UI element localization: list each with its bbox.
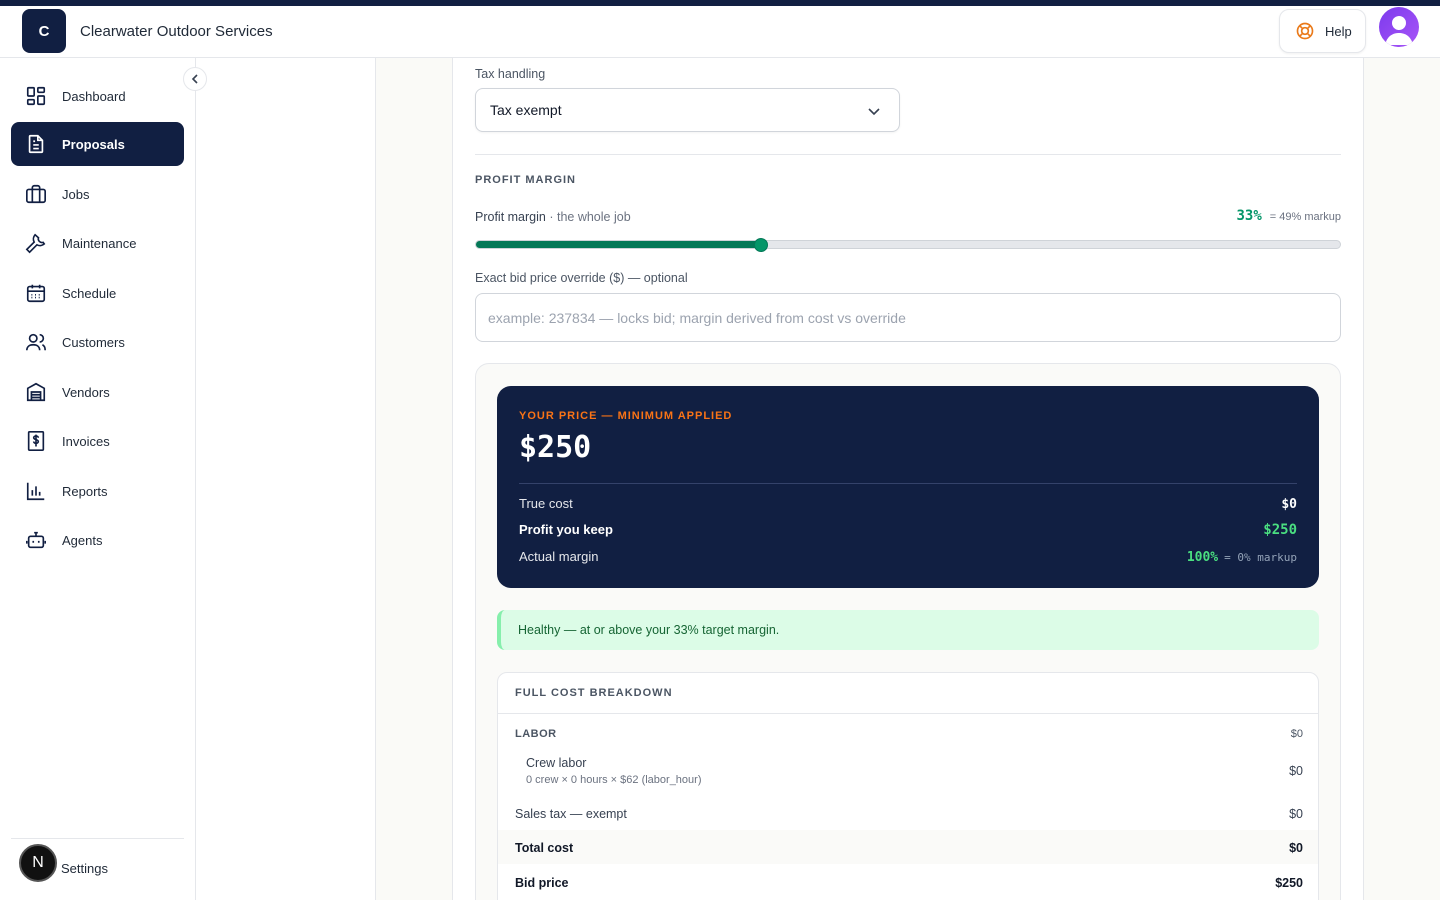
labor-label: LABOR	[515, 728, 557, 740]
document-icon	[28, 134, 44, 154]
sidebar-item-label: Reports	[62, 483, 108, 499]
sidebar-item-schedule[interactable]: Schedule	[11, 271, 184, 315]
profit-margin-label: Profit margin · the whole job	[475, 210, 631, 224]
tax-handling-label: Tax handling	[475, 67, 546, 81]
profit-margin-label-sub: · the whole job	[549, 210, 631, 224]
sales-tax-label: Sales tax — exempt	[515, 807, 627, 821]
actual-margin-markup: = 0% markup	[1224, 551, 1297, 564]
sidebar-item-label: Dashboard	[62, 88, 126, 104]
sidebar-divider	[11, 838, 184, 839]
cost-breakdown: FULL COST BREAKDOWN LABOR $0 Crew labor …	[497, 672, 1319, 900]
true-cost-label: True cost	[519, 496, 573, 511]
sidebar-item-vendors[interactable]: Vendors	[11, 370, 184, 414]
profit-margin-slider[interactable]	[475, 240, 1341, 249]
slider-thumb[interactable]	[753, 238, 768, 252]
section-divider	[475, 154, 1341, 155]
chevron-left-icon	[191, 74, 198, 84]
sidebar-item-reports[interactable]: Reports	[11, 469, 184, 513]
wrench-icon	[25, 233, 46, 254]
collapse-sidebar-button[interactable]	[183, 67, 207, 91]
calendar-icon	[26, 284, 46, 303]
bid-price-value: $250	[1275, 876, 1303, 890]
sidebar: Dashboard Proposals Jobs Maintenance Sch…	[0, 58, 196, 900]
breakdown-header-divider	[498, 713, 1318, 714]
profit-margin-markup: = 49% markup	[1269, 211, 1341, 223]
bar-chart-icon	[26, 482, 45, 501]
chevron-down-icon	[868, 108, 880, 116]
sidebar-item-label: Proposals	[62, 136, 125, 152]
user-icon	[1385, 16, 1413, 45]
app-header: C Clearwater Outdoor Services Help	[0, 6, 1440, 58]
labor-value: $0	[1290, 728, 1303, 740]
lifebuoy-icon	[1296, 22, 1314, 40]
profit-margin-readout: 33% = 49% markup	[1236, 208, 1341, 224]
dashboard-icon	[26, 86, 46, 106]
total-cost-label: Total cost	[515, 841, 574, 855]
sidebar-item-label: Agents	[62, 532, 103, 548]
true-cost-value: $0	[1281, 497, 1297, 512]
company-name: Clearwater Outdoor Services	[80, 23, 273, 40]
breakdown-title: FULL COST BREAKDOWN	[515, 687, 673, 699]
sales-tax-row: Sales tax — exempt $0	[515, 807, 1303, 821]
sidebar-item-label: Jobs	[62, 186, 90, 202]
robot-icon	[26, 531, 46, 549]
profit-label: Profit you keep	[519, 522, 613, 537]
crew-labor-value: $0	[1289, 764, 1303, 778]
sidebar-item-customers[interactable]: Customers	[11, 320, 184, 364]
bid-price-override-input[interactable]	[475, 293, 1341, 342]
dev-tools-badge[interactable]: N	[19, 844, 57, 882]
profit-margin-value: 33%	[1236, 208, 1262, 224]
sidebar-item-label: Customers	[62, 334, 125, 350]
profit-value: $250	[1263, 522, 1297, 538]
profit-margin-section-title: PROFIT MARGIN	[475, 174, 576, 186]
slider-fill	[476, 241, 762, 248]
true-cost-row: True cost $0	[519, 496, 1297, 512]
price-card: YOUR PRICE — MINIMUM APPLIED $250 True c…	[497, 386, 1319, 588]
sidebar-item-label: Invoices	[62, 433, 110, 449]
sales-tax-value: $0	[1289, 807, 1303, 821]
price-kicker: YOUR PRICE — MINIMUM APPLIED	[519, 410, 733, 422]
sidebar-item-agents[interactable]: Agents	[11, 518, 184, 562]
users-icon	[26, 333, 46, 351]
help-label: Help	[1325, 23, 1352, 39]
warehouse-icon	[26, 382, 46, 402]
user-avatar[interactable]	[1379, 7, 1419, 47]
actual-margin-row: Actual margin 100% = 0% markup	[519, 549, 1297, 565]
bid-price-row: Bid price $250	[515, 876, 1303, 890]
labor-row: LABOR $0	[515, 728, 1303, 740]
price-value: $250	[519, 430, 592, 465]
company-logo[interactable]: C	[22, 9, 66, 53]
actual-margin-readout: 100% = 0% markup	[1187, 550, 1297, 565]
sidebar-item-jobs[interactable]: Jobs	[11, 172, 184, 216]
tax-handling-select[interactable]: Tax exempt	[475, 88, 900, 132]
secondary-pane	[196, 58, 376, 900]
profit-row: Profit you keep $250	[519, 522, 1297, 538]
briefcase-icon	[26, 184, 46, 204]
sidebar-item-invoices[interactable]: Invoices	[11, 419, 184, 463]
price-divider	[519, 483, 1297, 484]
sidebar-item-proposals[interactable]: Proposals	[11, 122, 184, 166]
bid-price-label: Bid price	[515, 876, 569, 890]
sidebar-item-label: Maintenance	[62, 235, 137, 251]
override-label: Exact bid price override ($) — optional	[475, 271, 688, 285]
invoice-icon	[27, 431, 45, 451]
total-cost-row: Total cost $0	[515, 841, 1303, 855]
sidebar-item-label: Vendors	[62, 384, 110, 400]
sidebar-item-label: Settings	[61, 860, 108, 876]
crew-labor-row: $0	[515, 764, 1303, 778]
actual-margin-value: 100%	[1186, 550, 1219, 565]
help-button[interactable]: Help	[1279, 9, 1366, 53]
actual-margin-label: Actual margin	[519, 549, 599, 564]
status-banner: Healthy — at or above your 33% target ma…	[497, 610, 1319, 650]
total-cost-value: $0	[1289, 841, 1303, 855]
sidebar-item-dashboard[interactable]: Dashboard	[11, 74, 184, 118]
profit-margin-label-text: Profit margin	[475, 210, 546, 224]
tax-handling-value: Tax exempt	[490, 102, 562, 118]
sidebar-item-maintenance[interactable]: Maintenance	[11, 221, 184, 265]
sidebar-item-label: Schedule	[62, 285, 117, 301]
